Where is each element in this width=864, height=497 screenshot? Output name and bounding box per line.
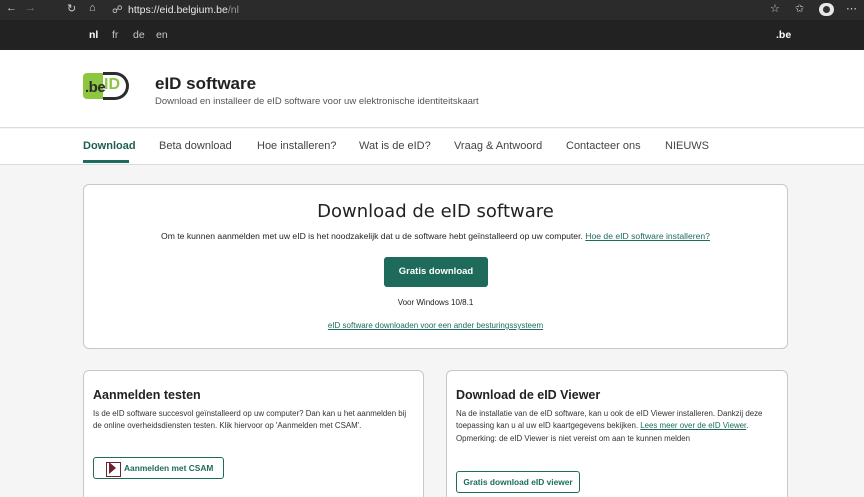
url-path: /nl bbox=[227, 4, 239, 16]
browser-toolbar: ← → ↻ ⌂ ☍https://eid.belgium.be/nl ☆ ✩ ⧉… bbox=[0, 0, 864, 20]
main-navigation: Download Beta download Hoe installeren? … bbox=[0, 129, 864, 165]
nav-hoe-installeren[interactable]: Hoe installeren? bbox=[257, 140, 337, 152]
download-intro: Om te kunnen aanmelden met uw eID is het… bbox=[84, 231, 787, 241]
more-icon[interactable]: ⋯ bbox=[846, 2, 857, 15]
refresh-icon[interactable]: ↻ bbox=[67, 2, 76, 15]
lang-en[interactable]: en bbox=[156, 29, 168, 41]
eid-viewer-card: Download de eID Viewer Na de installatie… bbox=[446, 370, 788, 497]
address-bar[interactable]: ☍ https://eid.belgium.be/nl bbox=[112, 2, 752, 18]
other-os-link[interactable]: eID software downloaden voor een ander b… bbox=[84, 321, 787, 330]
download-card: Download de eID software Om te kunnen aa… bbox=[83, 184, 788, 349]
back-icon[interactable]: ← bbox=[6, 2, 17, 14]
test-login-text: Is de eID software succesvol geïnstallee… bbox=[93, 409, 407, 431]
nav-nieuws[interactable]: NIEUWS bbox=[665, 140, 709, 152]
eid-viewer-more-link[interactable]: Lees meer over de eID Viewer bbox=[640, 421, 746, 430]
eid-viewer-note: Opmerking: de eID Viewer is niet vereist… bbox=[456, 433, 691, 443]
beid-logo[interactable]: .be ID bbox=[83, 67, 137, 105]
test-login-card: Aanmelden testen Is de eID software succ… bbox=[83, 370, 424, 497]
url-host: https://eid.belgium.be bbox=[128, 4, 228, 16]
eid-viewer-download-button[interactable]: Gratis download eID viewer bbox=[456, 471, 580, 493]
eid-viewer-text: Na de installatie van de eID software, k… bbox=[456, 409, 763, 443]
test-login-title: Aanmelden testen bbox=[93, 388, 201, 402]
lock-icon: ☍ bbox=[112, 4, 123, 16]
site-header: .be ID eID software Download en installe… bbox=[0, 50, 864, 128]
nav-download[interactable]: Download bbox=[83, 140, 136, 152]
site-title: eID software bbox=[155, 74, 257, 93]
nav-vraag-antwoord[interactable]: Vraag & Antwoord bbox=[454, 140, 542, 152]
download-intro-text: Om te kunnen aanmelden met uw eID is het… bbox=[161, 231, 583, 241]
install-howto-link[interactable]: Hoe de eID software installeren? bbox=[585, 231, 710, 241]
nav-wat-is-eid[interactable]: Wat is de eID? bbox=[359, 140, 431, 152]
download-title: Download de eID software bbox=[317, 201, 554, 222]
site-subtitle: Download en installeer de eID software v… bbox=[155, 96, 479, 107]
download-os-label: Voor Windows 10/8.1 bbox=[397, 298, 474, 307]
belgium-be-link[interactable]: .be bbox=[776, 29, 791, 41]
nav-active-indicator bbox=[83, 160, 129, 163]
nav-beta-download[interactable]: Beta download bbox=[159, 140, 232, 152]
language-bar: nl fr de en .be bbox=[0, 20, 864, 50]
star-icon[interactable]: ☆ bbox=[770, 2, 780, 15]
logo-id-text: ID bbox=[104, 76, 120, 93]
logo-be-text: .be bbox=[85, 79, 106, 96]
forward-icon[interactable]: → bbox=[25, 2, 36, 14]
lang-fr[interactable]: fr bbox=[112, 29, 118, 41]
lang-nl[interactable]: nl bbox=[89, 29, 98, 41]
free-download-button[interactable]: Gratis download bbox=[384, 257, 488, 287]
home-icon[interactable]: ⌂ bbox=[89, 2, 96, 14]
eid-viewer-title: Download de eID Viewer bbox=[456, 388, 601, 402]
csam-icon bbox=[106, 462, 121, 477]
favorites-icon[interactable]: ✩ bbox=[795, 2, 804, 15]
lang-de[interactable]: de bbox=[133, 29, 145, 41]
csam-login-button[interactable]: Aanmelden met CSAM bbox=[93, 457, 224, 479]
nav-contacteer-ons[interactable]: Contacteer ons bbox=[566, 140, 641, 152]
profile-icon[interactable] bbox=[819, 3, 834, 16]
csam-button-label: Aanmelden met CSAM bbox=[124, 463, 214, 473]
